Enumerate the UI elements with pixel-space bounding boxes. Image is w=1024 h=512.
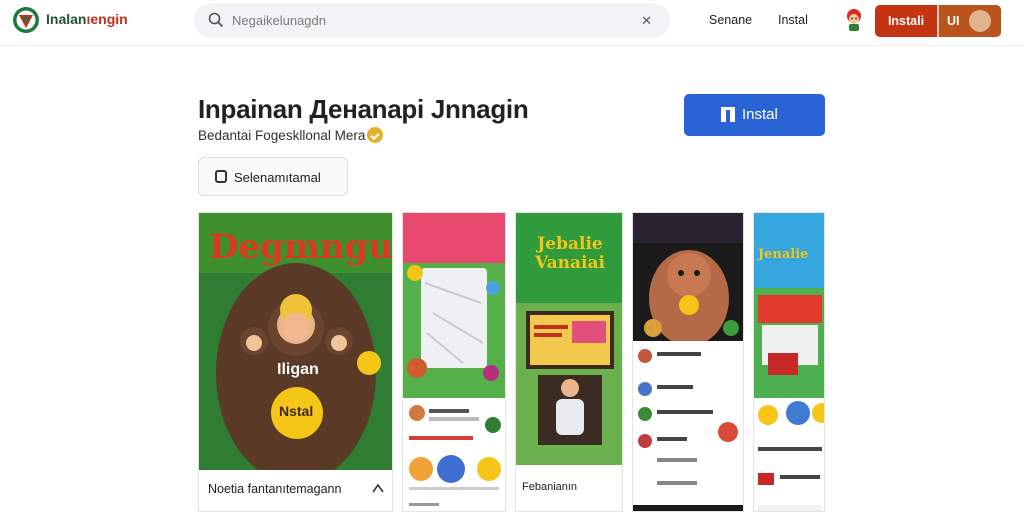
screenshot-3-title: Jebalie Vanaiai bbox=[535, 234, 605, 273]
screenshot-4-art bbox=[633, 213, 743, 511]
app-title: Inpainan Денаnapi Jnnagin bbox=[198, 94, 529, 124]
verified-badge-icon bbox=[367, 127, 383, 143]
top-bar: Inalanıengin Negaikelunagdn ✕ Senane Ins… bbox=[0, 0, 1024, 46]
screenshot-2-art bbox=[403, 213, 505, 511]
screenshot-1-badge-top: Iligan bbox=[277, 361, 319, 378]
user-initials: UI bbox=[947, 14, 960, 28]
share-icon[interactable] bbox=[371, 481, 385, 495]
install-button[interactable]: Instal bbox=[684, 94, 825, 136]
brand-name-part2: ıengin bbox=[86, 11, 128, 27]
search-input[interactable]: Negaikelunagdn bbox=[232, 13, 326, 28]
screenshot-1-title: Degmngun bbox=[209, 227, 393, 267]
mascot-avatar-icon[interactable] bbox=[843, 8, 865, 32]
nav-link-senane[interactable]: Senane bbox=[709, 13, 752, 27]
app-logo-icon[interactable] bbox=[12, 6, 40, 34]
search-icon bbox=[208, 12, 224, 28]
app-developer[interactable]: Bedantai Fogeskllonal Mera bbox=[198, 128, 365, 143]
screenshot-1-caption: Noetia fantanıtemagann bbox=[208, 482, 342, 496]
user-menu[interactable]: UI bbox=[939, 5, 1001, 37]
secondary-action-button[interactable]: Selenamıtamal bbox=[198, 157, 348, 196]
user-avatar bbox=[969, 10, 991, 32]
screenshot-3-caption: Febanianın bbox=[522, 481, 578, 493]
screenshot-5-title: Jenalie bbox=[758, 247, 809, 262]
nav-link-instal[interactable]: Instal bbox=[778, 13, 808, 27]
screenshot-1-badge: Nstal bbox=[279, 403, 314, 419]
screenshot-3[interactable]: Jebalie Vanaiai Febanianın bbox=[515, 212, 623, 512]
brand-name[interactable]: Inalanıengin bbox=[46, 11, 128, 27]
top-install-button[interactable]: Instali UI bbox=[875, 5, 1001, 37]
install-icon bbox=[721, 107, 735, 122]
install-label: Instal bbox=[742, 106, 778, 123]
screenshot-2[interactable] bbox=[402, 212, 506, 512]
search-bar[interactable]: Negaikelunagdn ✕ bbox=[194, 3, 670, 38]
screenshot-4[interactable] bbox=[632, 212, 744, 512]
screenshot-1[interactable]: Degmngun Iligan Nstal Noetia fantanıtema… bbox=[198, 212, 393, 512]
secondary-action-label: Selenamıtamal bbox=[234, 170, 321, 185]
top-install-label: Instali bbox=[887, 14, 925, 28]
clear-search-icon[interactable]: ✕ bbox=[641, 13, 652, 29]
bookmark-icon bbox=[215, 170, 227, 183]
screenshot-5[interactable]: Jenalie bbox=[753, 212, 825, 512]
brand-name-part1: Inalan bbox=[46, 11, 87, 27]
